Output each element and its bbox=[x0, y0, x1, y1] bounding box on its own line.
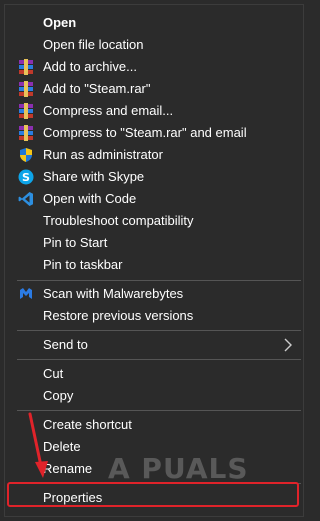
winrar-icon bbox=[19, 81, 33, 97]
winrar-icon bbox=[19, 125, 33, 141]
menu-item-label: Restore previous versions bbox=[43, 308, 194, 323]
svg-text:S: S bbox=[22, 171, 30, 184]
menu-item-label: Run as administrator bbox=[43, 147, 163, 162]
menu-item-label: Copy bbox=[43, 388, 74, 403]
menu-item-restore-previous-versions[interactable]: Restore previous versions bbox=[5, 305, 303, 327]
menu-item-open-with-code[interactable]: Open with Code bbox=[5, 188, 303, 210]
menu-item-label: Open bbox=[43, 15, 77, 30]
menu-item-copy[interactable]: Copy bbox=[5, 385, 303, 407]
menu-item-cut[interactable]: Cut bbox=[5, 363, 303, 385]
menu-item-label: Open with Code bbox=[43, 191, 137, 206]
uac-shield-icon bbox=[20, 148, 32, 162]
menu-item-label: Create shortcut bbox=[43, 417, 132, 432]
menu-item-open-file-location[interactable]: Open file location bbox=[5, 34, 303, 56]
vscode-icon bbox=[18, 192, 33, 206]
menu-item-label: Share with Skype bbox=[43, 169, 145, 184]
menu-item-label: Pin to Start bbox=[43, 235, 108, 250]
menu-item-pin-to-start[interactable]: Pin to Start bbox=[5, 232, 303, 254]
watermark-logo: A PUALS bbox=[108, 452, 249, 485]
malwarebytes-icon bbox=[20, 288, 32, 299]
menu-item-label: Compress to "Steam.rar" and email bbox=[43, 125, 247, 140]
menu-item-label: Cut bbox=[43, 366, 64, 381]
menu-item-troubleshoot-compatibility[interactable]: Troubleshoot compatibility bbox=[5, 210, 303, 232]
menu-item-label: Send to bbox=[43, 337, 88, 352]
properties-highlight-box bbox=[7, 482, 299, 507]
menu-separator bbox=[17, 330, 301, 331]
menu-item-scan-with-malwarebytes[interactable]: Scan with Malwarebytes bbox=[5, 283, 303, 305]
menu-item-label: Open file location bbox=[43, 37, 144, 52]
menu-item-label: Add to "Steam.rar" bbox=[43, 81, 151, 96]
menu-item-label: Compress and email... bbox=[43, 103, 174, 118]
menu-item-pin-to-taskbar[interactable]: Pin to taskbar bbox=[5, 254, 303, 276]
menu-item-label: Scan with Malwarebytes bbox=[43, 286, 184, 301]
menu-item-add-to-steam-rar[interactable]: Add to "Steam.rar" bbox=[5, 78, 303, 100]
menu-item-compress-to-steam-rar-and-email[interactable]: Compress to "Steam.rar" and email bbox=[5, 122, 303, 144]
menu-separator bbox=[17, 280, 301, 281]
menu-item-label: Add to archive... bbox=[43, 59, 137, 74]
chevron-right-icon bbox=[284, 338, 292, 352]
menu-item-label: Troubleshoot compatibility bbox=[43, 213, 194, 228]
menu-separator bbox=[17, 410, 301, 411]
menu-item-share-with-skype[interactable]: S Share with Skype bbox=[5, 166, 303, 188]
annotation-arrow-icon bbox=[28, 412, 48, 478]
menu-item-send-to[interactable]: Send to bbox=[5, 334, 303, 356]
skype-icon: S bbox=[18, 169, 34, 185]
menu-item-open[interactable]: Open bbox=[5, 12, 303, 34]
menu-item-run-as-administrator[interactable]: Run as administrator bbox=[5, 144, 303, 166]
menu-item-compress-and-email[interactable]: Compress and email... bbox=[5, 100, 303, 122]
menu-item-label: Pin to taskbar bbox=[43, 257, 123, 272]
winrar-icon bbox=[19, 59, 33, 75]
winrar-icon bbox=[19, 103, 33, 119]
menu-item-add-to-archive[interactable]: Add to archive... bbox=[5, 56, 303, 78]
menu-separator bbox=[17, 359, 301, 360]
